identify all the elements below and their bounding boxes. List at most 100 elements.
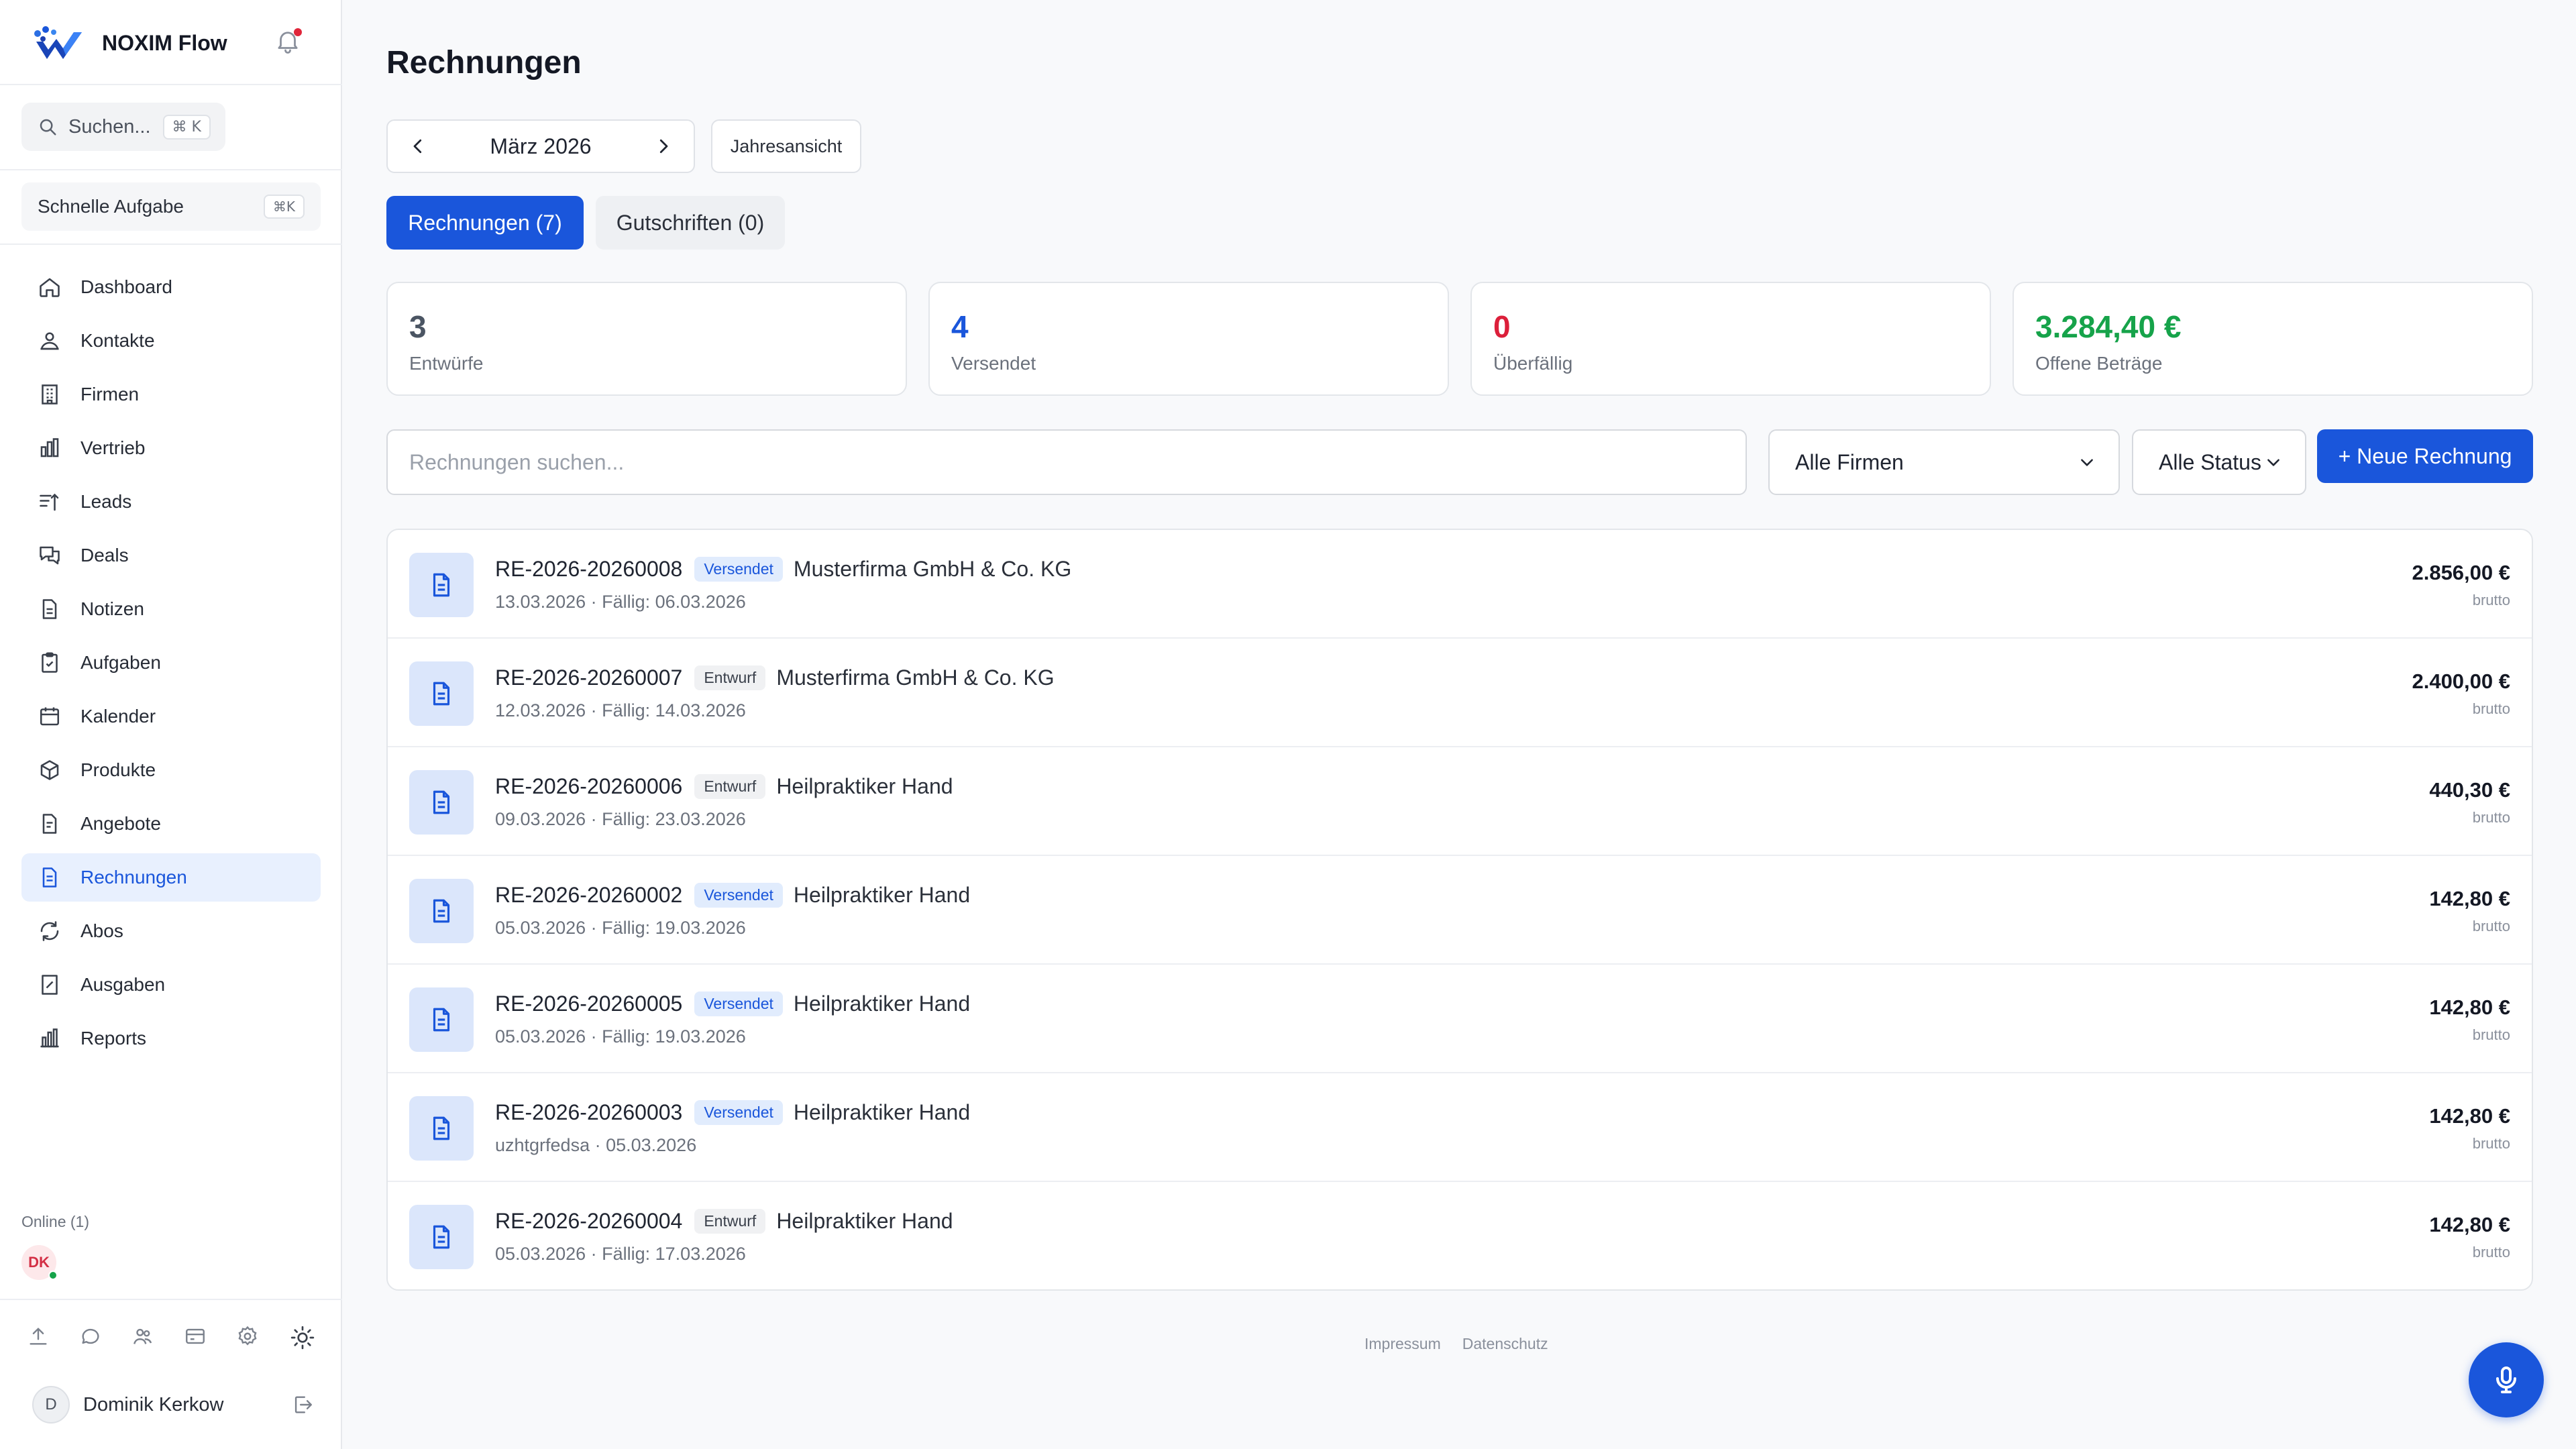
- sidebar-item-label: Deals: [80, 545, 129, 566]
- quick-task-button[interactable]: Schnelle Aufgabe ⌘K: [21, 182, 321, 231]
- sidebar-item-aufgaben[interactable]: Aufgaben: [21, 639, 321, 687]
- invoice-company: Heilpraktiker Hand: [793, 991, 971, 1016]
- credit-card-icon[interactable]: [184, 1325, 207, 1348]
- invoice-row[interactable]: RE-2026-20260005 Versendet Heilpraktiker…: [388, 965, 2532, 1073]
- tab-gutschriften[interactable]: Gutschriften (0): [596, 196, 785, 250]
- current-user[interactable]: D Dominik Kerkow: [32, 1386, 314, 1424]
- invoice-amount-note: brutto: [2472, 1135, 2510, 1152]
- status-badge: Entwurf: [694, 1209, 766, 1234]
- stat-label: Entwürfe: [409, 353, 484, 374]
- stat-label: Versendet: [951, 353, 1036, 374]
- year-view-button[interactable]: Jahresansicht: [711, 119, 861, 173]
- sidebar-item-angebote[interactable]: Angebote: [21, 800, 321, 848]
- sidebar-item-produkte[interactable]: Produkte: [21, 746, 321, 794]
- voice-input-button[interactable]: [2469, 1342, 2544, 1417]
- status-filter-select[interactable]: Alle Status: [2132, 429, 2306, 495]
- online-user-avatar[interactable]: DK: [21, 1245, 58, 1280]
- company-filter-select[interactable]: Alle Firmen: [1768, 429, 2120, 495]
- user-name: Dominik Kerkow: [83, 1393, 224, 1415]
- divider: [0, 169, 342, 170]
- calendar-icon: [38, 704, 62, 729]
- stat-value: 3.284,40 €: [2035, 309, 2182, 344]
- tab-rechnungen[interactable]: Rechnungen (7): [386, 196, 584, 250]
- invoice-header: RE-2026-20260004 Entwurf Heilpraktiker H…: [495, 1209, 953, 1234]
- sidebar-item-label: Notizen: [80, 598, 144, 619]
- stat-label: Überfällig: [1493, 353, 1573, 374]
- invoice-amount-note: brutto: [2472, 1026, 2510, 1043]
- logout-icon[interactable]: [291, 1393, 314, 1416]
- chevron-down-icon: [2078, 453, 2096, 471]
- sidebar-item-notizen[interactable]: Notizen: [21, 585, 321, 633]
- invoice-doc-badge: [409, 553, 474, 617]
- chat-bubble-icon[interactable]: [79, 1325, 102, 1348]
- bar-chart-icon: [38, 436, 62, 460]
- invoice-row[interactable]: RE-2026-20260008 Versendet Musterfirma G…: [388, 530, 2532, 639]
- datenschutz-link[interactable]: Datenschutz: [1462, 1335, 1548, 1353]
- online-users-label: Online (1): [21, 1213, 89, 1230]
- receipt-icon: [38, 973, 62, 997]
- sidebar-item-leads[interactable]: Leads: [21, 478, 321, 526]
- impressum-link[interactable]: Impressum: [1364, 1335, 1441, 1353]
- quick-task-label: Schnelle Aufgabe: [38, 196, 184, 217]
- team-icon[interactable]: [131, 1325, 154, 1348]
- notification-bell-icon[interactable]: [274, 27, 302, 55]
- invoice-dates: 13.03.2026 · Fällig: 06.03.2026: [495, 592, 746, 612]
- invoice-row[interactable]: RE-2026-20260003 Versendet Heilpraktiker…: [388, 1073, 2532, 1182]
- invoice-doc-badge: [409, 770, 474, 835]
- document-icon: [427, 571, 455, 599]
- sidebar: NOXIM Flow Suchen... ⌘ K Schnelle Aufgab…: [0, 0, 342, 1449]
- invoice-amount: 2.400,00 €: [2412, 669, 2510, 693]
- chevron-down-icon: [2265, 453, 2282, 471]
- sidebar-item-abos[interactable]: Abos: [21, 907, 321, 955]
- new-invoice-button[interactable]: + Neue Rechnung: [2317, 429, 2533, 483]
- chevron-right-icon[interactable]: [653, 136, 674, 156]
- sidebar-item-kontakte[interactable]: Kontakte: [21, 317, 321, 365]
- invoice-dates: 12.03.2026 · Fällig: 14.03.2026: [495, 700, 746, 720]
- sidebar-item-label: Kontakte: [80, 330, 155, 351]
- document-icon: [427, 680, 455, 708]
- page-title: Rechnungen: [386, 45, 582, 80]
- stat-value: 0: [1493, 309, 1511, 344]
- stat-label: Offene Beträge: [2035, 353, 2163, 374]
- brand[interactable]: NOXIM Flow: [32, 23, 227, 63]
- invoice-row[interactable]: RE-2026-20260004 Entwurf Heilpraktiker H…: [388, 1182, 2532, 1289]
- invoice-amount-note: brutto: [2472, 809, 2510, 826]
- sidebar-item-firmen[interactable]: Firmen: [21, 370, 321, 419]
- document-icon: [427, 788, 455, 816]
- invoice-company: Heilpraktiker Hand: [776, 774, 953, 798]
- sidebar-item-deals[interactable]: Deals: [21, 531, 321, 580]
- document-icon: [427, 1114, 455, 1142]
- invoice-doc-badge: [409, 879, 474, 943]
- global-search-button[interactable]: Suchen... ⌘ K: [21, 103, 225, 151]
- sidebar-item-rechnungen[interactable]: Rechnungen: [21, 853, 321, 902]
- theme-sun-icon[interactable]: [290, 1325, 315, 1350]
- search-shortcut: ⌘ K: [162, 114, 211, 140]
- sidebar-item-dashboard[interactable]: Dashboard: [21, 263, 321, 311]
- note-icon: [38, 597, 62, 621]
- sidebar-item-ausgaben[interactable]: Ausgaben: [21, 961, 321, 1009]
- chevron-left-icon[interactable]: [408, 136, 428, 156]
- upload-icon[interactable]: [27, 1325, 50, 1348]
- sidebar-item-reports[interactable]: Reports: [21, 1014, 321, 1063]
- sidebar-item-kalender[interactable]: Kalender: [21, 692, 321, 741]
- status-badge: Versendet: [694, 1100, 783, 1125]
- sidebar-item-label: Dashboard: [80, 276, 172, 297]
- invoice-row[interactable]: RE-2026-20260006 Entwurf Heilpraktiker H…: [388, 747, 2532, 856]
- invoice-number: RE-2026-20260005: [495, 991, 683, 1016]
- invoice-row[interactable]: RE-2026-20260002 Versendet Heilpraktiker…: [388, 856, 2532, 965]
- invoice-doc-badge: [409, 1096, 474, 1161]
- invoice-amount-note: brutto: [2472, 918, 2510, 934]
- invoice-header: RE-2026-20260007 Entwurf Musterfirma Gmb…: [495, 665, 1055, 690]
- status-badge: Entwurf: [694, 665, 766, 690]
- stat-value: 3: [409, 309, 427, 344]
- invoice-list: RE-2026-20260008 Versendet Musterfirma G…: [386, 529, 2533, 1291]
- invoice-row[interactable]: RE-2026-20260007 Entwurf Musterfirma Gmb…: [388, 639, 2532, 747]
- status-badge: Versendet: [694, 883, 783, 908]
- divider: [0, 1299, 342, 1300]
- settings-gear-icon[interactable]: [236, 1325, 259, 1348]
- invoice-search-input[interactable]: [386, 429, 1747, 495]
- invoice-amount-note: brutto: [2472, 700, 2510, 717]
- sidebar-item-vertrieb[interactable]: Vertrieb: [21, 424, 321, 472]
- document-icon: [427, 897, 455, 925]
- sidebar-item-label: Ausgaben: [80, 974, 166, 995]
